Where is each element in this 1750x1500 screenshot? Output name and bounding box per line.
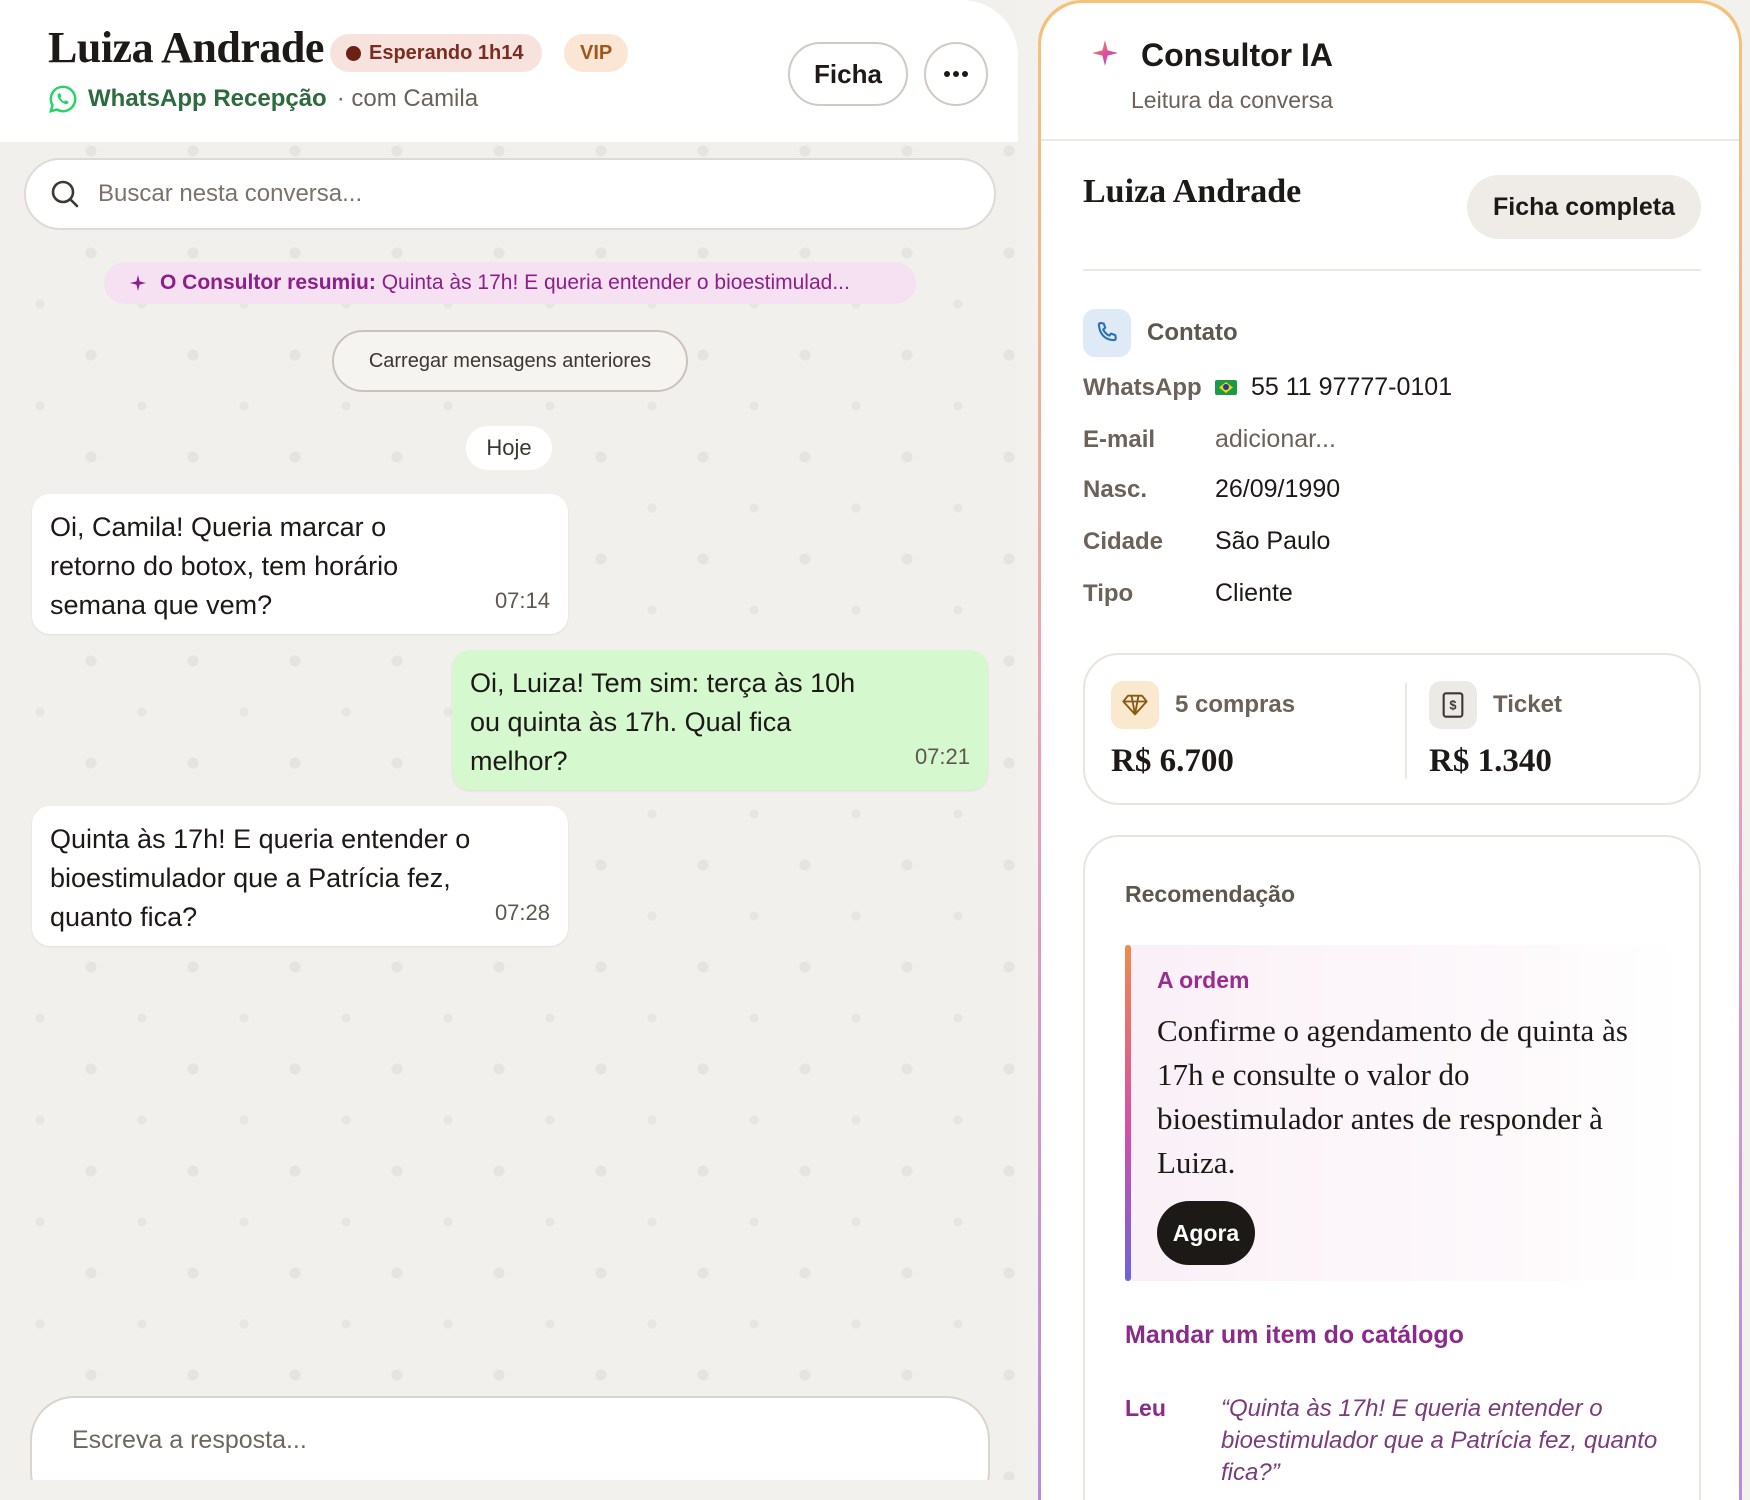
message-incoming: Oi, Camila! Queria marcar o retorno do b… (32, 494, 568, 634)
ai-consultant-panel: Consultor IA Leitura da conversa Luiza A… (1038, 0, 1742, 1500)
summary-text: Quinta às 17h! E queria entender o bioes… (381, 271, 850, 294)
chat-header: Luiza Andrade Esperando 1h14 VIP WhatsAp… (0, 0, 1018, 142)
ai-panel-title: Consultor IA (1141, 37, 1333, 73)
read-label: Leu (1125, 1395, 1166, 1421)
field-value[interactable]: 55 11 97777-0101 (1251, 373, 1452, 402)
ai-panel-body: Consultor IA Leitura da conversa Luiza A… (1041, 3, 1739, 1500)
contact-section-label: Contato (1147, 319, 1238, 346)
vip-badge: VIP (564, 34, 629, 72)
field-value: São Paulo (1215, 527, 1331, 555)
stat-label: 5 compras (1175, 691, 1296, 718)
channel-line: WhatsApp Recepção · com Camila (48, 84, 478, 114)
reply-input[interactable] (72, 1426, 952, 1466)
recommendation-text: Confirme o agendamento de quinta às 17h … (1157, 1013, 1628, 1180)
sparkle-icon (130, 275, 146, 291)
contact-section-header: Contato (1083, 309, 1238, 357)
ai-summary-banner[interactable]: O Consultor resumiu: Quinta às 17h! E qu… (104, 262, 916, 304)
stat-divider (1405, 683, 1407, 779)
diamond-icon (1111, 681, 1159, 729)
client-name: Luiza Andrade (1083, 173, 1302, 210)
recommendation-label: Recomendação (1125, 881, 1296, 907)
message-text: Oi, Luiza! Tem sim: terça às 10h ou quin… (470, 668, 856, 776)
day-separator: Hoje (466, 426, 552, 470)
search-input[interactable] (98, 180, 918, 208)
message-time: 07:14 (494, 588, 550, 613)
field-value: Cliente (1215, 579, 1293, 607)
field-type: Tipo Cliente (1083, 579, 1293, 608)
more-icon[interactable] (924, 42, 988, 106)
field-email: E-mail adicionar... (1083, 425, 1336, 454)
contact-name: Luiza Andrade (48, 23, 324, 72)
svg-text:$: $ (1449, 698, 1456, 713)
field-whatsapp: WhatsApp 55 11 97777-0101 (1083, 373, 1452, 402)
stat-label: Ticket (1493, 691, 1562, 718)
reply-composer (30, 1396, 990, 1480)
now-button[interactable]: Agora (1157, 1201, 1255, 1265)
add-email-link[interactable]: adicionar... (1215, 425, 1336, 454)
recommendation-card: Recomendação A ordem Confirme o agendame… (1083, 835, 1701, 1500)
brazil-flag-icon (1215, 380, 1237, 395)
summary-prefix: O Consultor resumiu: (160, 271, 376, 294)
ai-panel-header: Consultor IA Leitura da conversa (1041, 3, 1739, 141)
divider (1083, 269, 1701, 271)
conversation-search (24, 158, 996, 230)
load-earlier-button[interactable]: Carregar mensagens anteriores (332, 330, 688, 392)
status-dot-icon (346, 45, 361, 61)
field-label: WhatsApp (1083, 373, 1202, 401)
wait-status-badge: Esperando 1h14 (330, 34, 542, 72)
message-text: Quinta às 17h! E queria entender o bioes… (50, 824, 471, 932)
ticket-stat: $ Ticket R$ 1.340 (1429, 681, 1562, 780)
chat-panel: Luiza Andrade Esperando 1h14 VIP WhatsAp… (0, 0, 1018, 1480)
field-value: 26/09/1990 (1215, 475, 1341, 503)
ai-panel-subtitle: Leitura da conversa (1131, 87, 1334, 113)
ficha-button[interactable]: Ficha (788, 42, 908, 106)
agent-name: · com Camila (336, 85, 479, 112)
recommendation-kicker: A ordem (1157, 967, 1250, 993)
field-label: E-mail (1083, 425, 1156, 453)
accent-bar (1125, 945, 1131, 1281)
message-incoming: Quinta às 17h! E queria entender o bioes… (32, 806, 568, 946)
field-label: Nasc. (1083, 475, 1148, 503)
purchase-stats-card: 5 compras R$ 6.700 $ Ticket R$ 1.340 (1083, 653, 1701, 805)
read-quote: “Quinta às 17h! E queria entender o bioe… (1221, 1395, 1658, 1486)
receipt-icon: $ (1429, 681, 1477, 729)
more-dots-icon (944, 71, 968, 77)
field-label: Cidade (1083, 527, 1164, 555)
wait-status-text: Esperando 1h14 (369, 41, 524, 64)
message-outgoing: Oi, Luiza! Tem sim: terça às 10h ou quin… (452, 650, 988, 790)
search-icon (51, 180, 79, 208)
phone-icon (1083, 309, 1131, 357)
purchases-stat: 5 compras R$ 6.700 (1111, 681, 1295, 780)
message-time: 07:21 (914, 744, 970, 769)
message-time: 07:28 (494, 900, 550, 925)
whatsapp-icon (49, 85, 77, 113)
stat-value: R$ 1.340 (1429, 743, 1552, 779)
field-birthdate: Nasc. 26/09/1990 (1083, 475, 1340, 504)
stat-value: R$ 6.700 (1111, 743, 1234, 779)
send-catalog-item-link[interactable]: Mandar um item do catálogo (1125, 1321, 1464, 1350)
field-label: Tipo (1083, 579, 1134, 607)
message-text: Oi, Camila! Queria marcar o retorno do b… (50, 512, 399, 620)
channel-name[interactable]: WhatsApp Recepção (88, 85, 327, 113)
sparkle-icon (1092, 40, 1118, 66)
field-city: Cidade São Paulo (1083, 527, 1330, 556)
full-profile-button[interactable]: Ficha completa (1467, 175, 1701, 239)
recommendation-action: A ordem Confirme o agendamento de quinta… (1125, 945, 1681, 1281)
